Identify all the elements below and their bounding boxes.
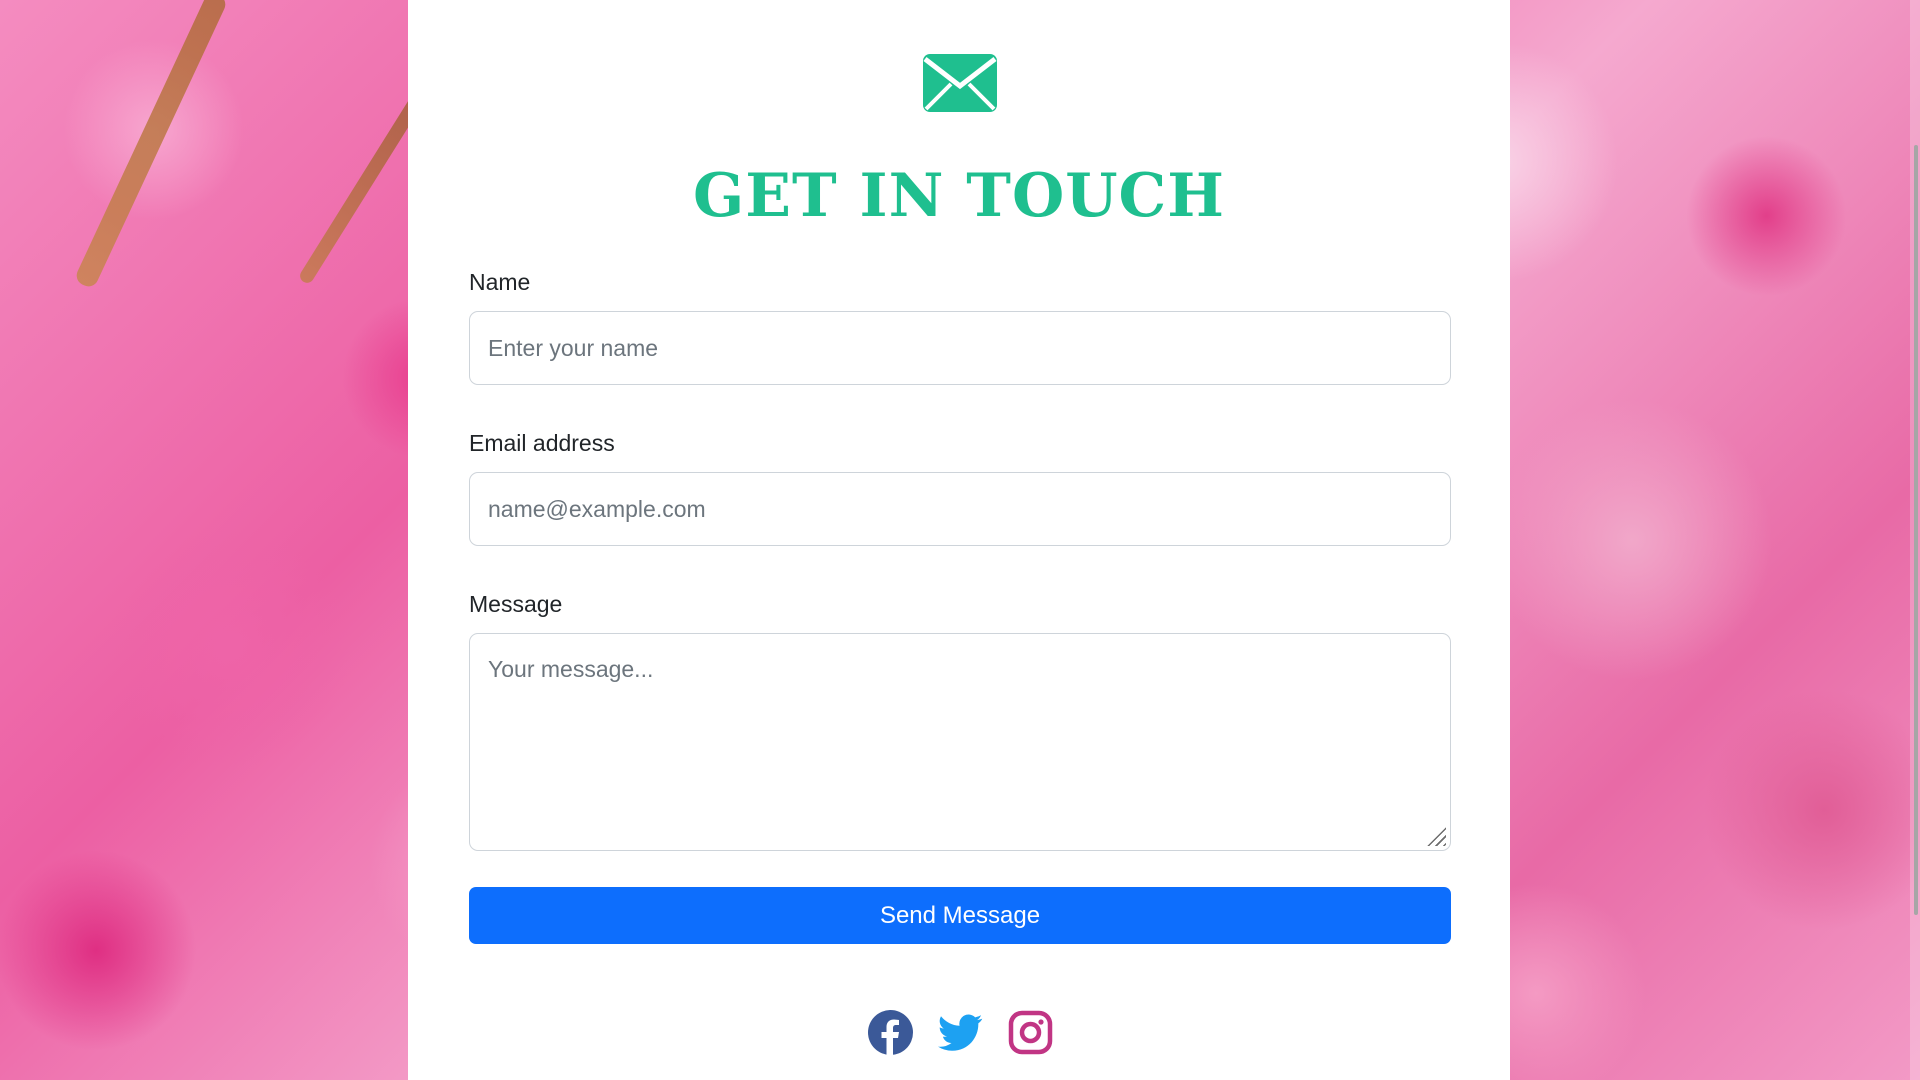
social-links (868, 1010, 1053, 1055)
name-input[interactable]: Enter your name (469, 311, 1451, 385)
email-label: Email address (469, 430, 615, 456)
contact-form: Name Enter your name Email address name@… (469, 268, 1451, 944)
twitter-icon[interactable] (938, 1010, 983, 1055)
page-title: GET IN TOUCH (693, 161, 1225, 231)
envelope-icon (923, 54, 997, 112)
background-branch (73, 0, 229, 290)
facebook-icon[interactable] (868, 1010, 913, 1055)
scrollbar-thumb[interactable] (1914, 145, 1918, 915)
message-textarea[interactable]: Your message... (469, 633, 1451, 851)
message-label: Message (469, 591, 563, 617)
email-input[interactable]: name@example.com (469, 472, 1451, 546)
send-message-button[interactable]: Send Message (469, 887, 1451, 944)
message-placeholder: Your message... (488, 656, 654, 682)
instagram-icon[interactable] (1008, 1010, 1053, 1055)
page-scrollbar[interactable] (1910, 0, 1920, 1080)
name-label: Name (469, 269, 531, 295)
resize-handle-icon[interactable] (1426, 826, 1446, 846)
